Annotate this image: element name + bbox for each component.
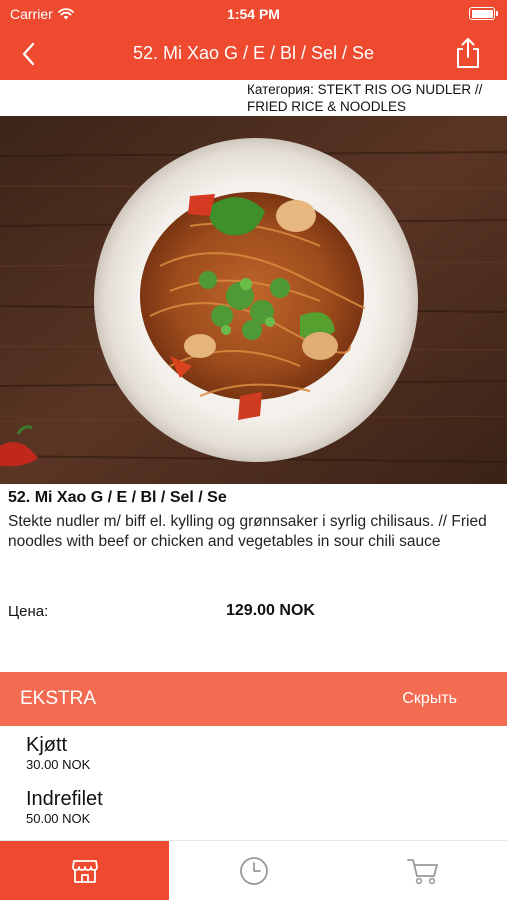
category-label: Категория: STEKT RIS OG NUDLER // FRIED … — [247, 82, 483, 114]
extra-item-name: Kjøtt — [26, 734, 68, 756]
dish-description: Stekte nudler m/ biff el. kylling og grø… — [8, 513, 487, 550]
extras-header-label: EKSTRA — [20, 688, 97, 709]
clock-icon — [239, 857, 268, 885]
cart-icon — [406, 859, 438, 885]
back-chevron-icon[interactable] — [16, 40, 44, 68]
tab-store[interactable] — [0, 841, 169, 900]
share-icon[interactable] — [453, 37, 483, 69]
navigation-bar: 52. Mi Xao G / E / Bl / Sel / Se — [0, 28, 507, 80]
tab-bar — [0, 840, 507, 900]
extras-section-header: EKSTRA Скрыть — [0, 672, 507, 726]
status-bar: Carrier 1:54 PM — [0, 0, 507, 28]
price-label: Цена: — [8, 603, 49, 620]
extra-item-price: 30.00 NOK — [26, 757, 91, 772]
dish-photo — [0, 116, 507, 484]
battery-icon — [469, 7, 498, 20]
extra-item-kjott[interactable]: Kjøtt 30.00 NOK — [26, 733, 90, 773]
price-value: 129.00 NOK — [226, 602, 315, 619]
extras-hide-button[interactable]: Скрыть — [402, 690, 457, 708]
status-time: 1:54 PM — [227, 6, 280, 22]
page-title: 52. Mi Xao G / E / Bl / Sel / Se — [132, 43, 375, 63]
store-icon — [71, 860, 98, 883]
extra-item-indrefilet[interactable]: Indrefilet 50.00 NOK — [26, 787, 103, 827]
tab-cart[interactable] — [338, 841, 507, 900]
extra-item-price: 50.00 NOK — [26, 811, 91, 826]
dish-title: 52. Mi Xao G / E / Bl / Sel / Se — [8, 489, 227, 506]
tab-history[interactable] — [169, 841, 338, 900]
extra-item-name: Indrefilet — [26, 788, 103, 810]
